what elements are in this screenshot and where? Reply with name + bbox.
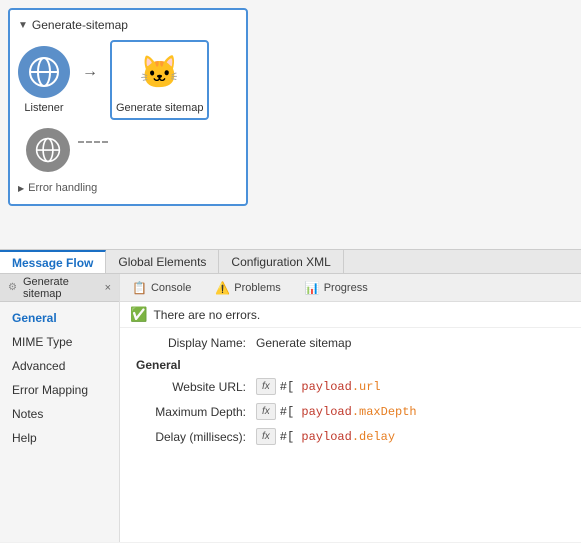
- max-depth-fx-button[interactable]: fx: [256, 403, 276, 420]
- nav-item-help[interactable]: Help: [0, 426, 119, 450]
- website-url-fx-button[interactable]: fx: [256, 378, 276, 395]
- error-handling-bar: ▶ Error handling: [18, 180, 238, 196]
- left-nav: ⚙ Generate sitemap × General MIME Type A…: [0, 274, 120, 542]
- max-depth-label: Maximum Depth:: [136, 405, 256, 419]
- expand-icon[interactable]: ▶: [18, 184, 24, 193]
- console-icon: 📋: [132, 281, 147, 295]
- general-section-header: General: [136, 358, 565, 372]
- delay-expr: #[ payload.delay: [280, 430, 395, 444]
- sub-tab-problems[interactable]: ⚠️ Problems: [207, 278, 288, 298]
- sub-tab-progress[interactable]: 📊 Progress: [297, 278, 376, 298]
- website-url-field: fx #[ payload.url: [256, 378, 381, 395]
- delay-fx-button[interactable]: fx: [256, 428, 276, 445]
- flow-container: ▼ Generate-sitemap Listener →: [8, 8, 248, 206]
- generate-sitemap-node[interactable]: 🐱 Generate sitemap: [110, 40, 209, 120]
- nav-item-general[interactable]: General: [0, 306, 119, 330]
- flow-name: Generate-sitemap: [32, 18, 128, 32]
- nav-items: General MIME Type Advanced Error Mapping…: [0, 302, 119, 542]
- panel-tab-header: ⚙ Generate sitemap ×: [0, 274, 119, 302]
- form-content: Display Name: Generate sitemap General W…: [120, 328, 581, 542]
- canvas-area: ▼ Generate-sitemap Listener →: [0, 0, 581, 250]
- nav-item-notes[interactable]: Notes: [0, 402, 119, 426]
- display-name-label: Display Name:: [136, 336, 256, 350]
- display-name-row: Display Name: Generate sitemap: [136, 336, 565, 350]
- status-ok-icon: ✅: [130, 306, 147, 323]
- error-handling-label: Error handling: [28, 182, 97, 194]
- problems-icon: ⚠️: [215, 281, 230, 295]
- max-depth-field: fx #[ payload.maxDepth: [256, 403, 417, 420]
- tab-global-elements[interactable]: Global Elements: [106, 250, 219, 273]
- status-bar: ✅ There are no errors.: [120, 302, 581, 328]
- panel-area: ⚙ Generate sitemap × General MIME Type A…: [0, 274, 581, 542]
- bottom-tabs: Message Flow Global Elements Configurati…: [0, 250, 581, 274]
- progress-label: Progress: [324, 282, 368, 294]
- delay-label: Delay (millisecs):: [136, 430, 256, 444]
- display-name-value: Generate sitemap: [256, 336, 351, 350]
- nav-item-error-mapping[interactable]: Error Mapping: [0, 378, 119, 402]
- progress-icon: 📊: [305, 281, 320, 295]
- nav-item-mime-type[interactable]: MIME Type: [0, 330, 119, 354]
- website-url-label: Website URL:: [136, 380, 256, 394]
- collapse-icon[interactable]: ▼: [18, 20, 28, 31]
- generate-sitemap-icon: 🐱: [134, 46, 186, 98]
- sub-tabs: 📋 Console ⚠️ Problems 📊 Progress: [120, 274, 581, 302]
- nodes-row: Listener → 🐱 Generate sitemap: [18, 40, 238, 120]
- delay-row: Delay (millisecs): fx #[ payload.delay: [136, 428, 565, 445]
- flow-arrow: →: [82, 63, 98, 81]
- problems-label: Problems: [234, 282, 280, 294]
- website-url-expr: #[ payload.url: [280, 380, 381, 394]
- error-row: [26, 128, 238, 172]
- generate-sitemap-label: Generate sitemap: [116, 102, 203, 114]
- status-message: There are no errors.: [153, 308, 260, 322]
- tab-configuration-xml[interactable]: Configuration XML: [219, 250, 343, 273]
- listener-node[interactable]: Listener: [18, 46, 70, 114]
- website-url-row: Website URL: fx #[ payload.url: [136, 378, 565, 395]
- nav-item-advanced[interactable]: Advanced: [0, 354, 119, 378]
- listener-label: Listener: [24, 102, 63, 114]
- max-depth-expr: #[ payload.maxDepth: [280, 405, 417, 419]
- panel-tab-label: Generate sitemap: [23, 276, 99, 300]
- right-panel: 📋 Console ⚠️ Problems 📊 Progress ✅ There…: [120, 274, 581, 542]
- error-node-icon: [26, 128, 70, 172]
- dashed-connector: [78, 141, 108, 143]
- error-node: [26, 128, 70, 172]
- sub-tab-console[interactable]: 📋 Console: [124, 278, 199, 298]
- flow-title: ▼ Generate-sitemap: [18, 18, 238, 32]
- listener-icon: [18, 46, 70, 98]
- tab-message-flow[interactable]: Message Flow: [0, 250, 106, 273]
- console-label: Console: [151, 282, 191, 294]
- panel-close-button[interactable]: ×: [105, 282, 111, 294]
- max-depth-row: Maximum Depth: fx #[ payload.maxDepth: [136, 403, 565, 420]
- delay-field: fx #[ payload.delay: [256, 428, 395, 445]
